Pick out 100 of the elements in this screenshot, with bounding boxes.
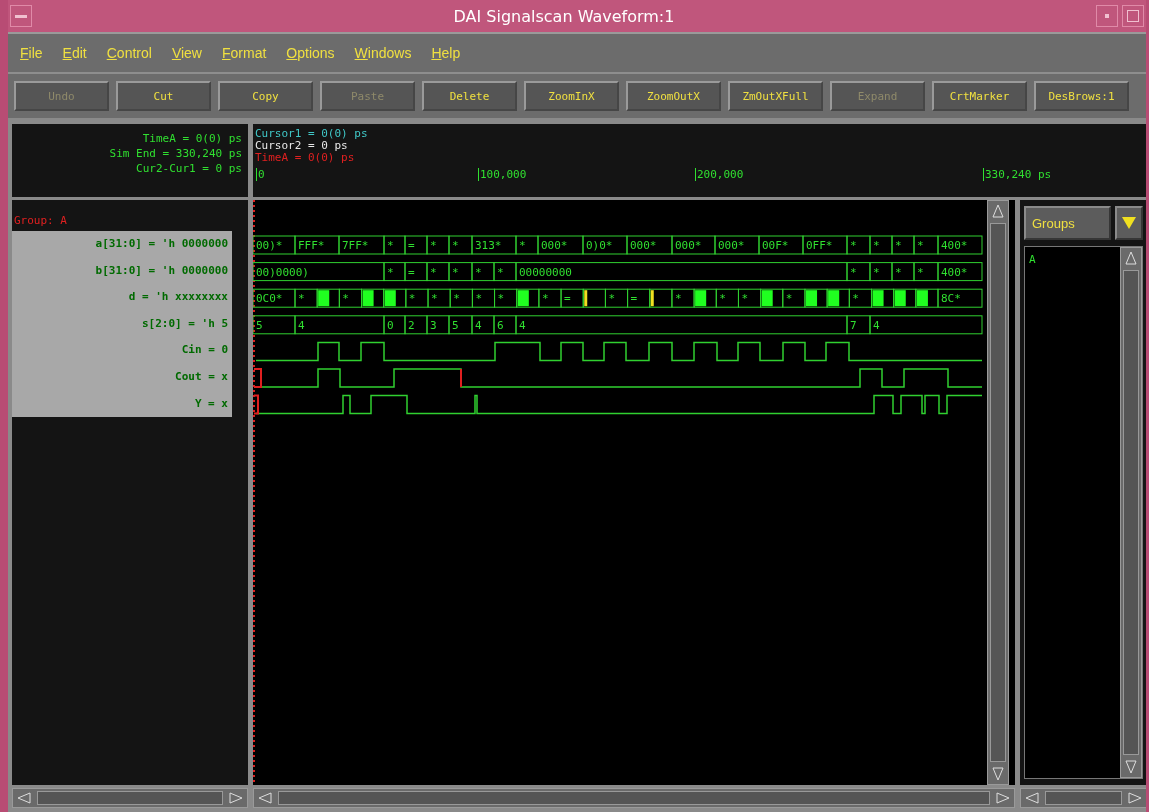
toolbar-button[interactable]: Copy xyxy=(218,81,313,111)
bus-value: * xyxy=(917,265,924,279)
menu-item[interactable]: Options xyxy=(286,45,335,61)
menu-item[interactable]: File xyxy=(20,45,43,61)
cursor-reading: TimeA = 0(0) ps xyxy=(255,152,356,164)
bus-value: 000* xyxy=(541,239,568,252)
menu-item[interactable]: Help xyxy=(431,45,461,61)
bus-value: = xyxy=(408,265,415,279)
bus-value: * xyxy=(674,292,682,306)
scroll-right-icon[interactable] xyxy=(996,792,1010,804)
toolbar-button[interactable]: DesBrows:1 xyxy=(1034,81,1129,111)
bus-value: * xyxy=(917,239,924,252)
signal-name[interactable]: Cout = x xyxy=(12,363,232,391)
toolbar-button[interactable]: CrtMarker xyxy=(932,81,1027,111)
window-title: DAI Signalscan Waveform:1 xyxy=(452,6,676,26)
time-ruler-label: 100,000 xyxy=(478,168,527,181)
scroll-thumb[interactable] xyxy=(278,791,990,805)
bus-value: * xyxy=(298,292,305,306)
minimize-button[interactable] xyxy=(1096,5,1118,27)
menu-item[interactable]: Windows xyxy=(354,45,412,61)
bus-value: 000* xyxy=(675,239,702,252)
bus-value: * xyxy=(873,265,880,279)
time-ruler-label: 330,240 ps xyxy=(983,168,1052,181)
scroll-left-icon[interactable] xyxy=(1025,792,1039,804)
bus-value: * xyxy=(408,292,416,306)
cursor-reading: Cursor1 = 0(0) ps xyxy=(255,128,369,140)
scroll-up-icon[interactable] xyxy=(992,204,1004,218)
groups-dropdown[interactable]: Groups xyxy=(1024,206,1111,240)
menu-item[interactable]: Control xyxy=(106,45,152,61)
signal-name[interactable]: Cin = 0 xyxy=(12,337,232,364)
scroll-thumb[interactable] xyxy=(1123,270,1139,755)
scroll-thumb[interactable] xyxy=(990,223,1006,762)
bus-value: 000* xyxy=(718,239,745,252)
bus-value: * xyxy=(741,292,749,306)
bus-value: 313* xyxy=(475,239,502,252)
bus-value: * xyxy=(497,265,504,279)
maximize-button[interactable] xyxy=(1122,5,1144,27)
toolbar-button[interactable]: ZmOutXFull xyxy=(728,81,823,111)
dropdown-button[interactable] xyxy=(1115,206,1143,240)
bus-value: 0FF* xyxy=(806,239,833,252)
toolbar-button[interactable]: Delete xyxy=(422,81,517,111)
bus-value: * xyxy=(519,239,526,252)
signal-name[interactable]: Y = x xyxy=(12,390,232,418)
bus-value: * xyxy=(608,292,616,306)
bus-value: = xyxy=(564,292,571,306)
scroll-thumb[interactable] xyxy=(1045,791,1122,805)
bus-value: * xyxy=(431,292,438,306)
menu-item[interactable]: View xyxy=(171,45,202,61)
scroll-left-icon[interactable] xyxy=(17,792,31,804)
bus-value: 00)* xyxy=(256,239,283,252)
scroll-down-icon[interactable] xyxy=(992,767,1004,781)
scroll-down-icon[interactable] xyxy=(1125,760,1137,774)
bus-value: 7FF* xyxy=(342,239,369,252)
bus-value: 5 xyxy=(452,318,459,332)
toolbar-button[interactable]: Cut xyxy=(116,81,211,111)
horizontal-scrollbar[interactable] xyxy=(1020,788,1146,808)
bus-value: = xyxy=(408,239,415,252)
scroll-right-icon[interactable] xyxy=(229,792,243,804)
menu-item[interactable]: Format xyxy=(222,45,267,61)
bus-value: 2 xyxy=(408,318,415,332)
triangle-down-icon xyxy=(1122,217,1136,229)
signal-name[interactable]: s[2:0] = 'h 5 xyxy=(12,310,232,338)
bus-value: * xyxy=(453,292,460,306)
bus-value: 0C0* xyxy=(256,292,283,306)
scroll-thumb[interactable] xyxy=(37,791,223,805)
signal-name[interactable]: a[31:0] = 'h 0000000 xyxy=(12,231,232,258)
signal-name[interactable]: d = 'h xxxxxxxx xyxy=(12,284,232,311)
bus-value: FFF* xyxy=(298,239,325,252)
scroll-up-icon[interactable] xyxy=(1125,251,1137,265)
time-ruler-label: 0 xyxy=(256,168,265,181)
bus-value: 0)0* xyxy=(586,239,613,252)
bus-value: * xyxy=(452,239,459,252)
vertical-scrollbar[interactable] xyxy=(987,200,1009,785)
bus-value: 00)0000) xyxy=(256,265,309,279)
toolbar-button[interactable]: ZoomOutX xyxy=(626,81,721,111)
bus-value: * xyxy=(387,265,394,279)
bus-value: * xyxy=(387,239,394,252)
window-menu-button[interactable] xyxy=(10,5,32,27)
vertical-scrollbar[interactable] xyxy=(1120,247,1142,778)
bus-value: 7 xyxy=(850,318,857,332)
scroll-right-icon[interactable] xyxy=(1128,792,1142,804)
horizontal-scrollbar[interactable] xyxy=(12,788,248,808)
bus-value: 400* xyxy=(941,239,968,252)
bus-value: 000* xyxy=(630,239,657,252)
bus-value: 6 xyxy=(497,318,504,332)
bus-value: 0 xyxy=(387,318,394,332)
bus-value: * xyxy=(895,265,902,279)
horizontal-scrollbar[interactable] xyxy=(253,788,1015,808)
bus-value: * xyxy=(785,292,793,306)
bus-value: 4 xyxy=(873,318,880,332)
signal-name[interactable]: b[31:0] = 'h 0000000 xyxy=(12,257,232,285)
menu-item[interactable]: Edit xyxy=(62,45,87,61)
bus-value: * xyxy=(475,292,482,306)
time-ruler-label: 200,000 xyxy=(695,168,744,181)
toolbar-button[interactable]: ZoomInX xyxy=(524,81,619,111)
bus-value: 4 xyxy=(519,318,526,332)
group-list-item[interactable]: A xyxy=(1025,247,1120,272)
scroll-left-icon[interactable] xyxy=(258,792,272,804)
group-label: Group: A xyxy=(13,213,68,229)
bus-value: * xyxy=(850,239,857,252)
